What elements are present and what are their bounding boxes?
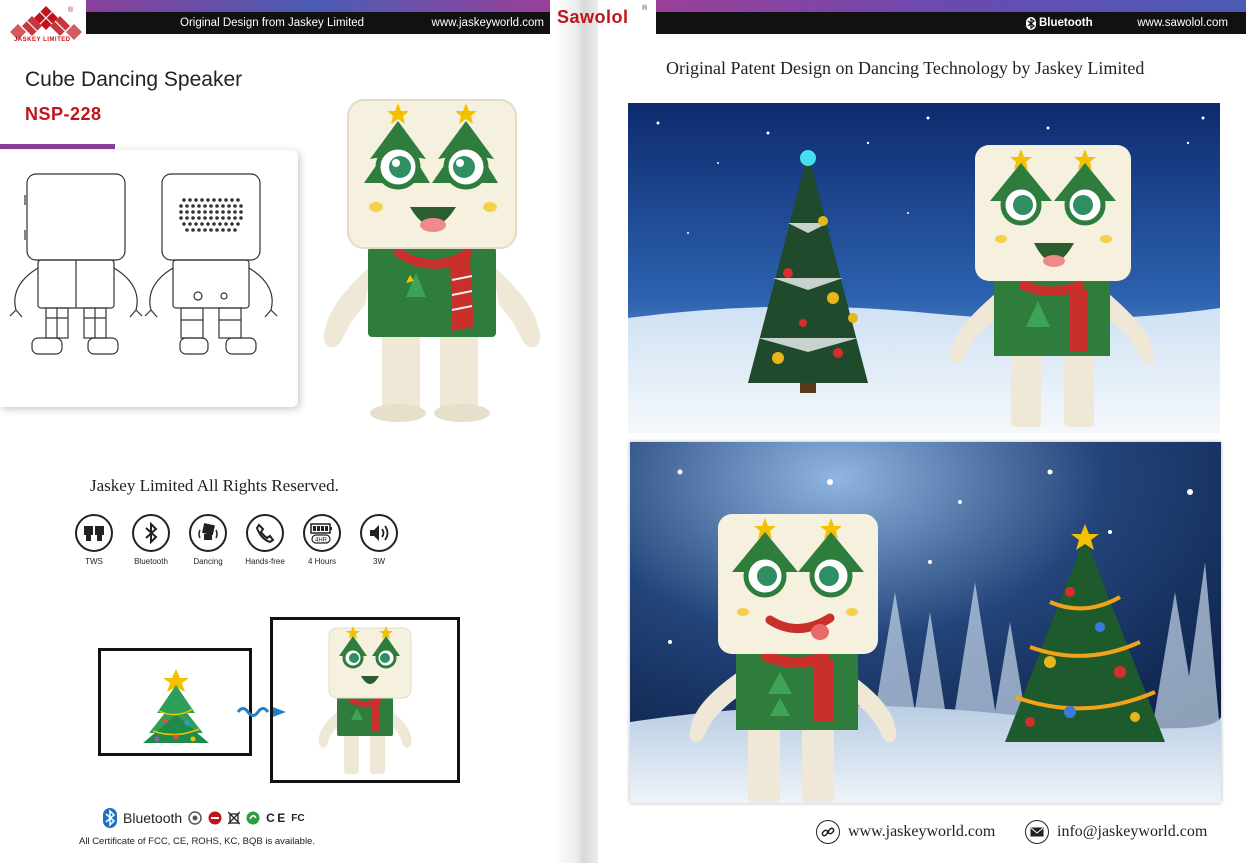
feature-label: TWS: [85, 557, 103, 566]
christmas-forest-image: [630, 442, 1221, 803]
tws-speakers-icon: [75, 514, 113, 552]
recycle-icon: [246, 811, 260, 825]
patent-subtitle: Original Patent Design on Dancing Techno…: [666, 58, 1145, 78]
accent-divider: [0, 144, 115, 149]
bluetooth-icon: [132, 514, 170, 552]
feature-label: Bluetooth: [134, 557, 168, 566]
feature-3w: 3W: [358, 514, 400, 566]
mail-icon: [1025, 820, 1049, 844]
battery-icon: 4HR: [303, 514, 341, 552]
rights-statement: Jaskey Limited All Rights Reserved.: [90, 476, 339, 495]
contact-website-text[interactable]: www.jaskeyworld.com: [848, 823, 995, 841]
dancing-icon: [189, 514, 227, 552]
logo-caption: JASKEY LIMITED: [14, 37, 71, 43]
sawolol-logo: Sawolol: [557, 7, 629, 27]
feature-label: 3W: [373, 557, 385, 566]
phone-icon: [246, 514, 284, 552]
fc-mark: FC: [291, 812, 305, 824]
tree-artwork-frame: [98, 648, 252, 756]
header-bar-left: Original Design from Jaskey Limited www.…: [86, 12, 550, 34]
cert-bluetooth-word: Bluetooth: [123, 810, 183, 826]
robot-artwork-frame: [270, 617, 460, 783]
feature-label: 4 Hours: [307, 557, 336, 566]
line-drawing-front-back: [9, 173, 278, 355]
header-url-right[interactable]: www.sawolol.com: [1137, 17, 1228, 29]
battery-badge: 4HR: [315, 538, 328, 544]
christmas-tree-icon: [143, 669, 209, 743]
header-gradient-right: [656, 0, 1246, 12]
scene-photo-2: [630, 442, 1221, 803]
feature-dancing: Dancing: [187, 514, 229, 566]
header-bar-right: Bluetooth www.sawolol.com: [656, 12, 1246, 34]
bluetooth-badge-icon: [1026, 16, 1036, 30]
header-bluetooth-word: Bluetooth: [1039, 17, 1093, 29]
header-url-left[interactable]: www.jaskeyworld.com: [432, 17, 544, 29]
certificate-note: All Certificate of FCC, CE, ROHS, KC, BQ…: [79, 836, 315, 847]
feature-battery: 4HR 4 Hours: [301, 514, 343, 566]
feature-label: Hands-free: [245, 557, 285, 566]
sketch-card: [0, 150, 298, 407]
bluetooth-logo-icon: [103, 808, 117, 828]
certification-row: Bluetooth C E FC: [103, 808, 305, 828]
logo-reg-mark: ®: [68, 6, 74, 14]
robot-with-tree-icon: [318, 626, 412, 774]
link-icon: [816, 820, 840, 844]
feature-tws: TWS: [73, 514, 115, 566]
contact-email-text[interactable]: info@jaskeyworld.com: [1057, 823, 1207, 841]
feature-bluetooth: Bluetooth: [130, 514, 172, 566]
model-number: NSP-228: [25, 104, 102, 124]
hero-robot-image: [323, 99, 541, 422]
weee-bin-icon: [228, 811, 241, 825]
scene-photo-1: [628, 103, 1220, 433]
christmas-scene-image: [628, 103, 1220, 433]
feature-icons-row: TWS Bluetooth Dancing Hands-free 4HR 4 H…: [73, 514, 400, 566]
contact-website[interactable]: www.jaskeyworld.com: [816, 820, 995, 844]
ce-mark: C E: [266, 811, 286, 825]
header-tagline: Original Design from Jaskey Limited: [180, 17, 365, 29]
rohs-cert-icon: [208, 811, 222, 825]
feature-handsfree: Hands-free: [244, 514, 286, 566]
speaker-volume-icon: [360, 514, 398, 552]
header-bluetooth: Bluetooth: [1026, 16, 1093, 30]
contact-email[interactable]: info@jaskeyworld.com: [1025, 820, 1207, 844]
feature-label: Dancing: [193, 557, 223, 566]
kc-cert-icon: [188, 811, 202, 825]
product-title: Cube Dancing Speaker: [25, 68, 243, 91]
header-gradient-left: [86, 0, 550, 12]
sawolol-reg-mark: ®: [642, 5, 648, 12]
